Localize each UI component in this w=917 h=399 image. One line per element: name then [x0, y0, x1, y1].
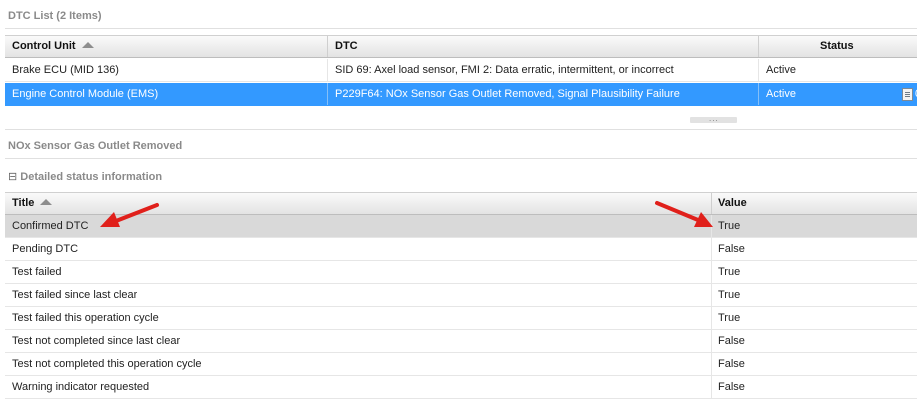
annotation-arrow-left-icon: [100, 203, 159, 227]
annotation-arrows: [100, 201, 713, 227]
annotation-arrow-right-icon: [655, 201, 713, 227]
